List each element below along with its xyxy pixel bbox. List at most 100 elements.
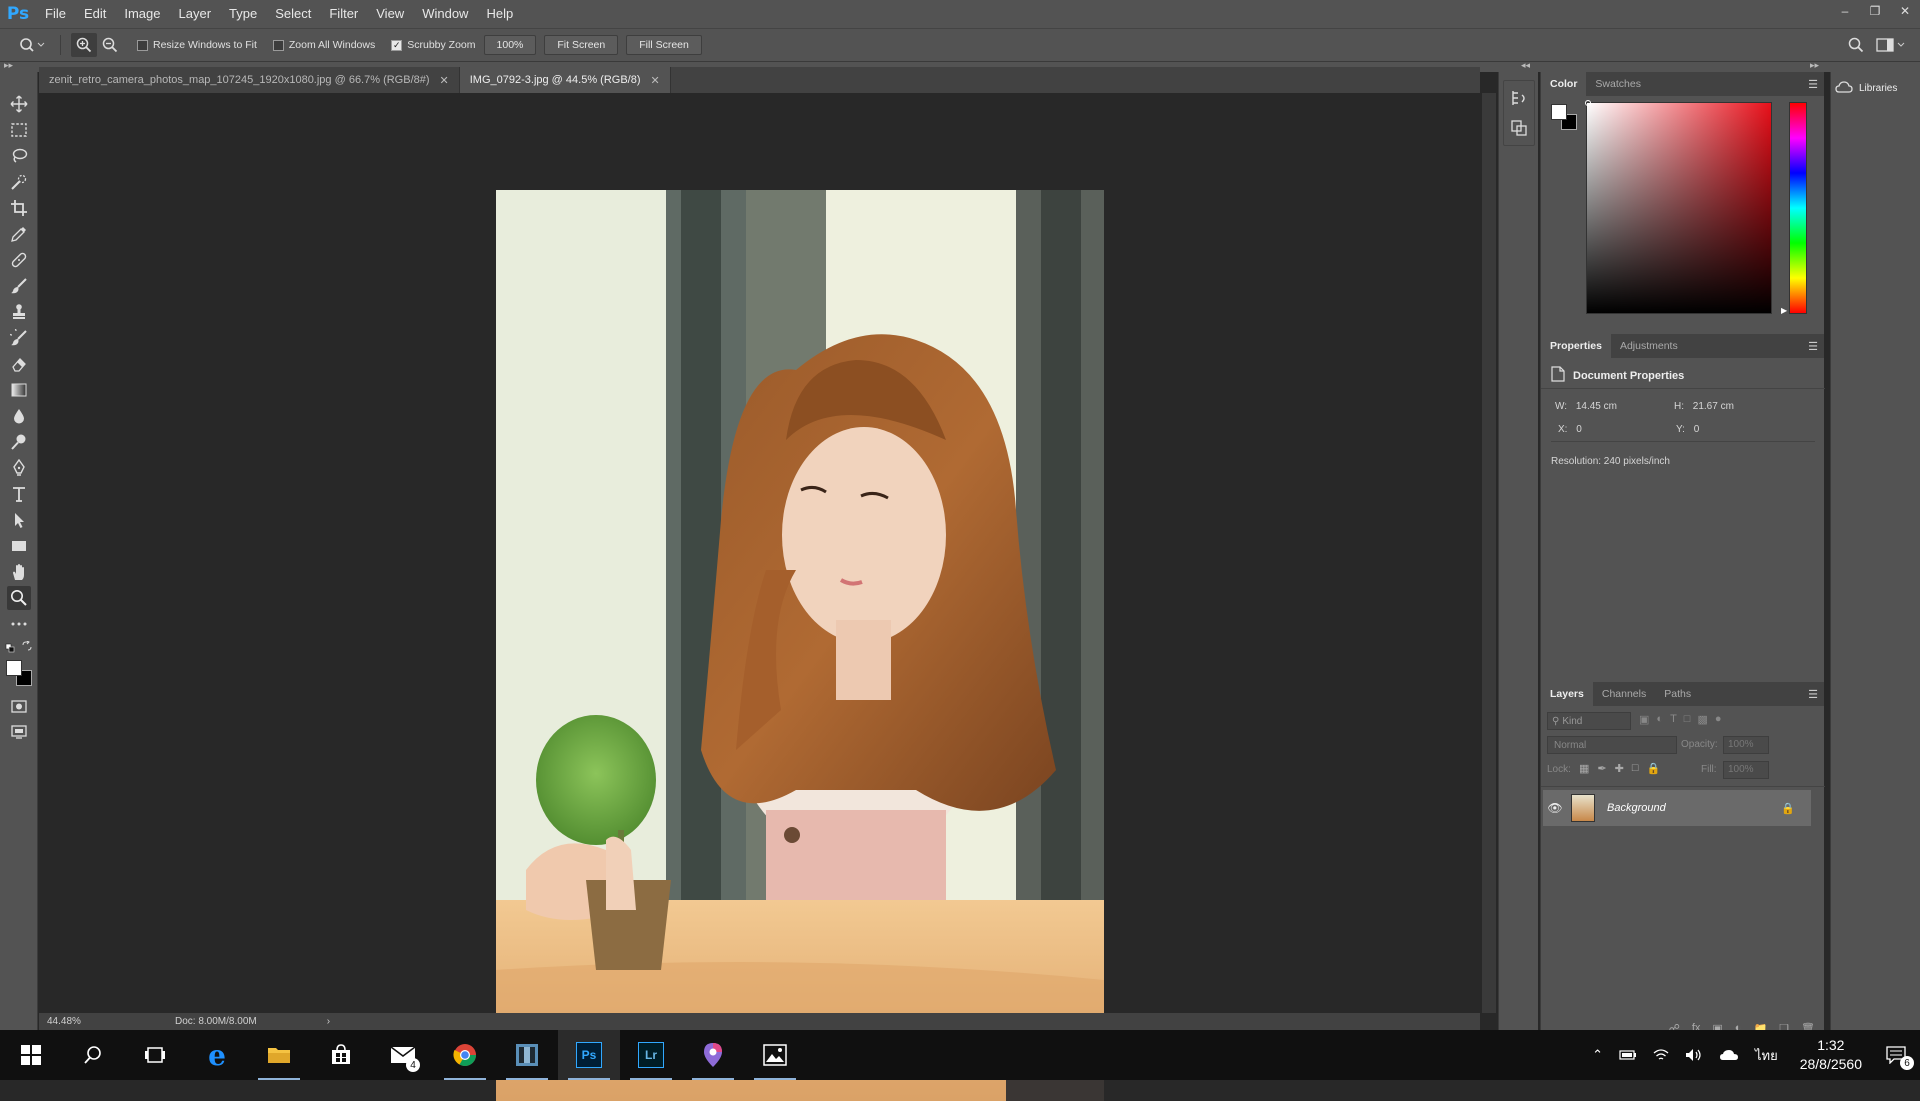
menu-file[interactable]: File [36,0,75,28]
menu-window[interactable]: Window [413,0,477,28]
quick-mask-icon[interactable] [7,694,31,718]
blend-mode-select[interactable]: Normal [1547,736,1677,754]
rectangle-tool-icon[interactable] [7,534,31,558]
panel-menu-icon[interactable]: ☰ [1808,78,1818,91]
menu-image[interactable]: Image [115,0,169,28]
lasso-tool-icon[interactable] [7,144,31,168]
lightroom-taskbar-button[interactable]: Lr [620,1030,682,1080]
search-icon[interactable] [1848,37,1864,56]
opacity-input[interactable]: 100% [1723,736,1769,754]
resize-windows-checkbox[interactable]: Resize Windows to Fit [137,39,257,51]
history-panel-icon[interactable] [1507,86,1531,110]
move-tool-icon[interactable] [7,92,31,116]
marquee-tool-icon[interactable] [7,118,31,142]
properties-panel-icon[interactable] [1507,116,1531,140]
pen-tool-icon[interactable] [7,456,31,480]
battery-icon[interactable] [1611,1049,1645,1061]
type-filter-icon[interactable]: T [1670,713,1677,726]
photoshop-taskbar-button[interactable]: Ps [558,1030,620,1080]
action-center-button[interactable]: 6 [1876,1046,1920,1070]
hand-tool-icon[interactable] [7,560,31,584]
close-icon[interactable]: ✕ [1890,0,1920,22]
menu-filter[interactable]: Filter [320,0,367,28]
clone-stamp-tool-icon[interactable] [7,300,31,324]
onedrive-icon[interactable] [1711,1048,1747,1062]
zoom-level[interactable]: 44.48% [47,1016,125,1027]
more-tools-icon[interactable] [7,612,31,636]
layer-name[interactable]: Background [1607,802,1666,814]
eyedropper-tool-icon[interactable] [7,222,31,246]
mail-button[interactable]: 4 [372,1030,434,1080]
default-colors-icon[interactable] [5,642,17,656]
menu-help[interactable]: Help [477,0,522,28]
path-selection-tool-icon[interactable] [7,508,31,532]
blur-tool-icon[interactable] [7,404,31,428]
color-picker-swatches[interactable] [6,660,34,688]
tab-adjustments[interactable]: Adjustments [1611,334,1687,358]
menu-type[interactable]: Type [220,0,266,28]
healing-brush-tool-icon[interactable] [7,248,31,272]
status-menu-arrow-icon[interactable]: › [327,1016,330,1027]
history-brush-tool-icon[interactable] [7,326,31,350]
lock-position-icon[interactable]: ✚ [1615,762,1624,775]
menu-view[interactable]: View [367,0,413,28]
task-view-button[interactable] [124,1030,186,1080]
screen-mode-icon[interactable] [7,720,31,744]
vertical-scrollbar[interactable] [1482,93,1496,1013]
x-field[interactable]: X: 0 [1558,424,1582,435]
eraser-tool-icon[interactable] [7,352,31,376]
adjustment-filter-icon[interactable]: ◐ [1656,713,1663,726]
canvas-area[interactable] [39,93,1480,1101]
foreground-color-swatch[interactable] [1551,104,1567,120]
layer-row-background[interactable]: 👁 Background 🔒 [1543,790,1811,826]
libraries-button[interactable]: Libraries [1835,80,1897,97]
document-image[interactable] [496,190,1104,1101]
shape-filter-icon[interactable]: □ [1684,713,1691,726]
collapse-panels-icon[interactable]: ▸▸ [1810,60,1819,71]
search-button[interactable] [62,1030,124,1080]
minimize-icon[interactable]: – [1830,0,1860,22]
chrome-button[interactable] [434,1030,496,1080]
tab-swatches[interactable]: Swatches [1586,72,1650,96]
tab-layers[interactable]: Layers [1541,682,1593,706]
start-button[interactable] [0,1030,62,1080]
x-value[interactable]: 0 [1576,424,1582,435]
tab-document-1[interactable]: zenit_retro_camera_photos_map_107245_192… [39,67,460,93]
filter-toggle-icon[interactable]: ● [1715,713,1722,726]
volume-icon[interactable] [1677,1048,1711,1062]
lock-transparent-icon[interactable]: ▦ [1579,762,1589,775]
edge-button[interactable]: e [186,1030,248,1080]
zoom-all-windows-checkbox[interactable]: Zoom All Windows [272,39,375,51]
gradient-tool-icon[interactable] [7,378,31,402]
fit-screen-button[interactable]: Fit Screen [544,35,619,55]
menu-select[interactable]: Select [266,0,320,28]
fill-screen-button[interactable]: Fill Screen [626,35,702,55]
fill-input[interactable]: 100% [1723,761,1769,779]
width-field[interactable]: W: 14.45 cm [1555,401,1617,412]
hue-slider[interactable] [1789,102,1807,314]
lock-all-icon[interactable]: 🔒 [1647,762,1661,775]
maps-app-button[interactable] [682,1030,744,1080]
restore-icon[interactable]: ❐ [1860,0,1890,22]
wifi-icon[interactable] [1645,1048,1677,1062]
foreground-color-swatch[interactable] [6,660,22,676]
y-value[interactable]: 0 [1694,424,1700,435]
menu-layer[interactable]: Layer [170,0,221,28]
width-value[interactable]: 14.45 cm [1576,401,1617,412]
zoom-in-icon[interactable] [71,33,97,57]
tab-properties[interactable]: Properties [1541,334,1611,358]
y-field[interactable]: Y: 0 [1676,424,1699,435]
workspace-switcher-icon[interactable] [1876,37,1906,56]
height-value[interactable]: 21.67 cm [1693,401,1734,412]
input-language[interactable]: ไทย [1747,1045,1786,1066]
tab-paths[interactable]: Paths [1655,682,1700,706]
smart-object-filter-icon[interactable]: ▩ [1697,713,1707,726]
show-hidden-icons-icon[interactable]: ⌃ [1584,1047,1611,1063]
visibility-eye-icon[interactable]: 👁 [1543,801,1567,815]
pixel-filter-icon[interactable]: ▣ [1639,713,1649,726]
swap-colors-icon[interactable] [22,640,32,654]
photos-app-button[interactable] [744,1030,806,1080]
panel-menu-icon[interactable]: ☰ [1808,340,1818,353]
store-button[interactable] [310,1030,372,1080]
close-tab-icon[interactable]: ✕ [440,74,449,87]
